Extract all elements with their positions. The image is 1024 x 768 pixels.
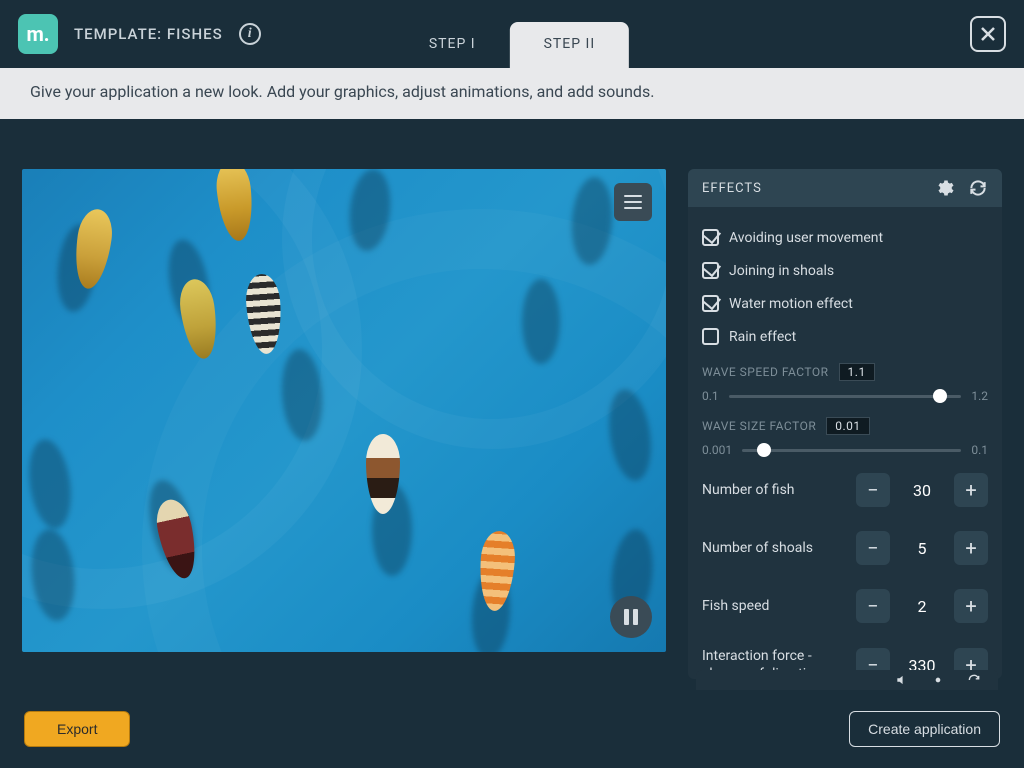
hamburger-icon	[624, 195, 642, 197]
gear-icon[interactable]	[928, 673, 948, 687]
step-tabs: STEP I STEP II	[395, 0, 629, 68]
main-area: EFFECTS Avoiding user movement Joining i…	[0, 119, 1024, 690]
refresh-icon[interactable]	[964, 673, 984, 687]
pause-icon	[633, 609, 638, 625]
close-icon	[980, 26, 996, 42]
info-icon[interactable]: i	[239, 23, 261, 45]
slider-thumb[interactable]	[757, 443, 771, 457]
preview-canvas	[22, 169, 666, 652]
stepper-value: 5	[890, 539, 954, 558]
slider-wave-speed: WAVE SPEED FACTOR 1.1 0.1 1.2	[702, 353, 988, 407]
effects-panel-header: EFFECTS	[688, 169, 1002, 207]
fish-sprite	[244, 273, 283, 355]
stepper-value: 30	[890, 481, 954, 500]
decrement-button[interactable]: −	[856, 589, 890, 623]
checkbox-water-motion-effect[interactable]: Water motion effect	[702, 287, 988, 320]
fish-sprite	[214, 169, 256, 243]
effects-panel-body: Avoiding user movement Joining in shoals…	[688, 207, 1002, 679]
top-bar: m. TEMPLATE: FISHES i STEP I STEP II	[0, 0, 1024, 68]
slider-max: 0.1	[971, 443, 988, 457]
checkbox-label: Water motion effect	[729, 296, 853, 312]
hamburger-icon	[624, 207, 642, 209]
export-button[interactable]: Export	[24, 711, 130, 747]
effects-panel-title: EFFECTS	[702, 181, 762, 196]
footer-bar: Export Create application	[0, 690, 1024, 768]
fish-shadow	[522, 279, 560, 364]
checkbox-icon	[702, 295, 719, 312]
speaker-icon[interactable]	[892, 673, 912, 687]
checkbox-label: Avoiding user movement	[729, 230, 883, 246]
checkbox-joining-in-shoals[interactable]: Joining in shoals	[702, 254, 988, 287]
slider-thumb[interactable]	[933, 389, 947, 403]
stepper-value: 2	[890, 597, 954, 616]
checkbox-icon	[702, 229, 719, 246]
slider-wave-size: WAVE SIZE FACTOR 0.01 0.001 0.1	[702, 407, 988, 461]
stepper-number-of-shoals: Number of shoals − 5 +	[702, 519, 988, 577]
slider-track[interactable]	[729, 395, 962, 398]
secondary-panel-peek	[696, 670, 998, 690]
close-button[interactable]	[970, 16, 1006, 52]
fish-sprite	[366, 434, 400, 514]
increment-button[interactable]: +	[954, 531, 988, 565]
checkbox-label: Rain effect	[729, 329, 796, 345]
checkbox-avoiding-user-movement[interactable]: Avoiding user movement	[702, 221, 988, 254]
slider-value[interactable]: 1.1	[839, 363, 875, 381]
tab-step-1[interactable]: STEP I	[395, 22, 510, 68]
checkbox-rain-effect[interactable]: Rain effect	[702, 320, 988, 353]
gear-icon[interactable]	[934, 178, 954, 198]
create-application-button[interactable]: Create application	[849, 711, 1000, 747]
increment-button[interactable]: +	[954, 473, 988, 507]
hamburger-icon	[624, 201, 642, 203]
page-title: TEMPLATE: FISHES	[74, 25, 223, 43]
pause-icon	[624, 609, 629, 625]
checkbox-icon	[702, 328, 719, 345]
tab-step-2[interactable]: STEP II	[510, 22, 630, 68]
increment-button[interactable]: +	[954, 589, 988, 623]
checkbox-icon	[702, 262, 719, 279]
checkbox-label: Joining in shoals	[729, 263, 834, 279]
stepper-label: Number of shoals	[702, 539, 846, 557]
pause-button[interactable]	[610, 596, 652, 638]
slider-value[interactable]: 0.01	[826, 417, 869, 435]
stepper-label: Fish speed	[702, 597, 846, 615]
decrement-button[interactable]: −	[856, 473, 890, 507]
subheader-text: Give your application a new look. Add yo…	[0, 68, 1024, 119]
fish-sprite	[477, 530, 516, 612]
slider-max: 1.2	[971, 389, 988, 403]
preview-menu-button[interactable]	[614, 183, 652, 221]
refresh-icon[interactable]	[968, 178, 988, 198]
slider-min: 0.001	[702, 443, 732, 457]
slider-min: 0.1	[702, 389, 719, 403]
effects-panel: EFFECTS Avoiding user movement Joining i…	[688, 169, 1002, 679]
app-logo: m.	[18, 14, 58, 54]
stepper-fish-speed: Fish speed − 2 +	[702, 577, 988, 635]
stepper-label: Number of fish	[702, 481, 846, 499]
slider-label: WAVE SIZE FACTOR	[702, 419, 816, 433]
decrement-button[interactable]: −	[856, 531, 890, 565]
stepper-number-of-fish: Number of fish − 30 +	[702, 461, 988, 519]
slider-label: WAVE SPEED FACTOR	[702, 365, 829, 379]
slider-track[interactable]	[742, 449, 961, 452]
